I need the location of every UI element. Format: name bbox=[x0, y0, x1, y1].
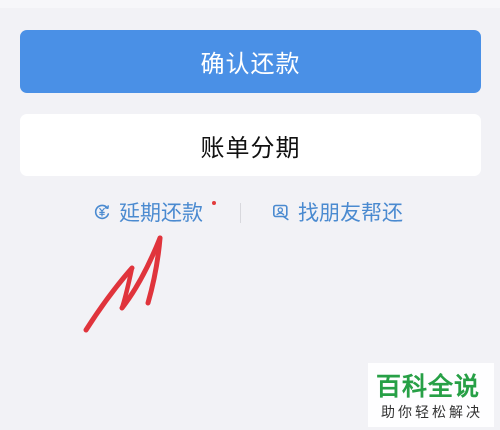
confirm-repay-button[interactable]: 确认还款 bbox=[20, 30, 481, 93]
extend-repay-label: 延期还款 bbox=[119, 201, 203, 225]
friend-repay-link[interactable]: 找朋友帮还 bbox=[272, 195, 403, 229]
watermark-title: 百科全说 bbox=[376, 372, 481, 401]
watermark-logo: 百科全说 助你轻松解决 bbox=[368, 363, 494, 427]
friend-card-icon bbox=[272, 203, 290, 221]
friend-repay-label: 找朋友帮还 bbox=[298, 201, 403, 225]
bill-installment-label: 账单分期 bbox=[200, 133, 301, 162]
yuan-clock-icon bbox=[93, 203, 111, 221]
top-strip bbox=[0, 0, 500, 8]
watermark-subtitle: 助你轻松解决 bbox=[381, 405, 483, 421]
extend-repay-link[interactable]: 延期还款 bbox=[93, 195, 203, 229]
bill-installment-button[interactable]: 账单分期 bbox=[20, 114, 481, 176]
new-badge-dot bbox=[212, 201, 216, 205]
confirm-repay-label: 确认还款 bbox=[200, 50, 301, 78]
link-divider bbox=[240, 203, 241, 223]
